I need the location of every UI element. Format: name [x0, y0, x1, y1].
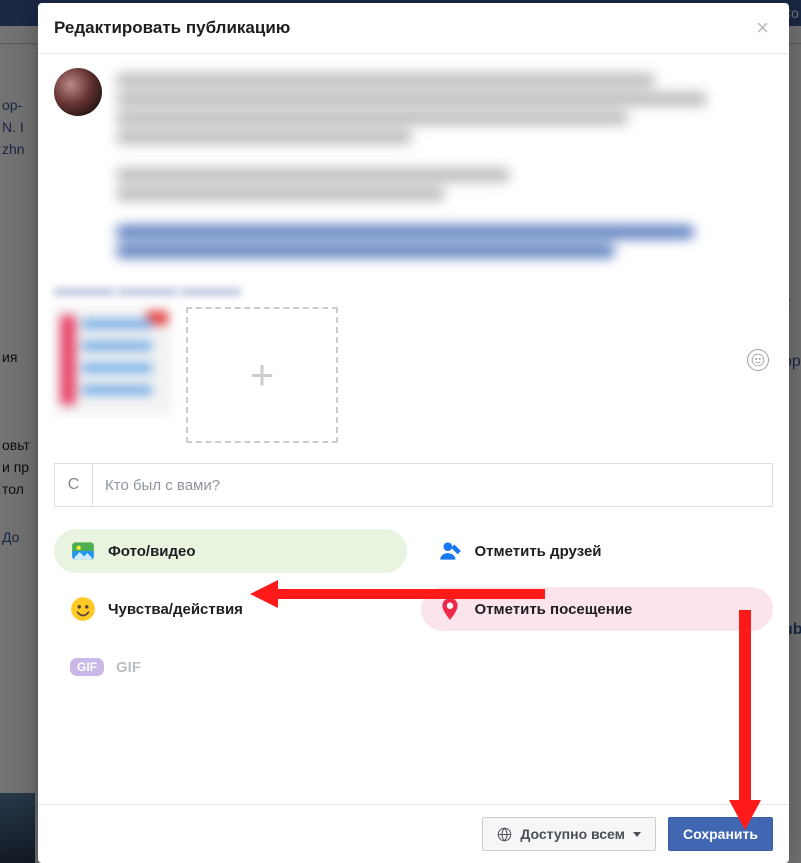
tag-with-prefix: С [55, 464, 93, 506]
close-button[interactable]: × [752, 17, 773, 39]
gif-icon: GIF [70, 658, 104, 676]
save-button[interactable]: Сохранить [668, 817, 773, 851]
modal-title: Редактировать публикацию [54, 18, 290, 38]
add-media-button[interactable]: + [186, 307, 338, 443]
modal-footer: Доступно всем Сохранить [38, 804, 789, 863]
thumb-badge [146, 311, 168, 325]
photo-icon [70, 538, 96, 564]
tag-friends-icon [437, 538, 463, 564]
post-text-blurred[interactable] [116, 68, 773, 263]
option-feelings[interactable]: Чувства/действия [54, 587, 407, 631]
feelings-icon [70, 596, 96, 622]
emoji-picker-button[interactable] [747, 349, 769, 371]
avatar[interactable] [54, 68, 102, 116]
option-gif[interactable]: GIF GIF [54, 645, 407, 689]
save-label: Сохранить [683, 826, 758, 842]
checkin-icon [437, 596, 463, 622]
tag-with-field: С [54, 463, 773, 507]
option-tag-friends[interactable]: Отметить друзей [421, 529, 774, 573]
privacy-selector[interactable]: Доступно всем [482, 817, 656, 851]
globe-icon [497, 827, 512, 842]
close-icon: × [756, 15, 769, 40]
plus-icon: + [250, 354, 275, 396]
attachments-row: + [54, 307, 773, 443]
option-label: Отметить посещение [475, 601, 633, 618]
hashtags-blurred: ######### ######### ######### [54, 285, 773, 299]
post-content-row [54, 68, 773, 263]
option-label: Отметить друзей [475, 543, 602, 560]
privacy-label: Доступно всем [520, 826, 625, 842]
option-label: Фото/видео [108, 543, 196, 560]
attached-image-thumb[interactable] [54, 307, 172, 415]
chevron-down-icon [633, 832, 641, 837]
modal-body: ######### ######### ######### + С Фото/в… [38, 54, 789, 804]
option-photo-video[interactable]: Фото/видео [54, 529, 407, 573]
edit-post-modal: Редактировать публикацию × [38, 3, 789, 863]
modal-header: Редактировать публикацию × [38, 3, 789, 54]
option-check-in[interactable]: Отметить посещение [421, 587, 774, 631]
tag-with-input[interactable] [93, 464, 772, 506]
option-label: GIF [116, 659, 141, 676]
emoji-icon [751, 353, 765, 367]
post-options: Фото/видео Отметить друзей Чувства/дейст… [54, 529, 773, 689]
option-label: Чувства/действия [108, 601, 243, 618]
